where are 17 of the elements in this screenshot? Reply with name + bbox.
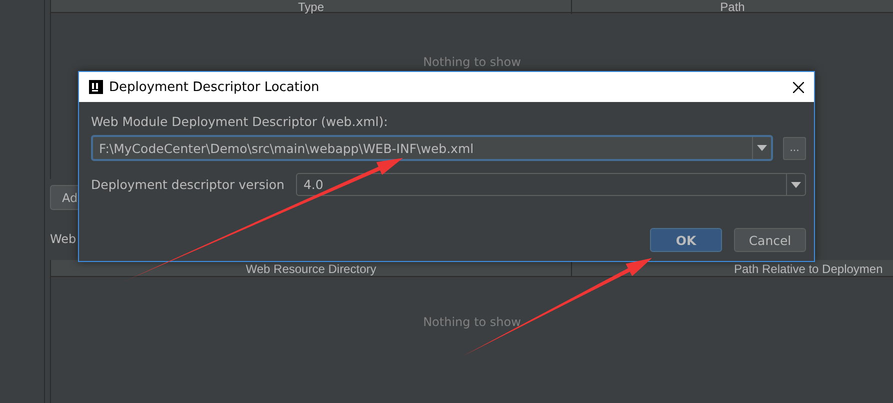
column-header: Path bbox=[719, 0, 746, 14]
caret-icon bbox=[791, 182, 801, 188]
cancel-button[interactable]: Cancel bbox=[734, 228, 806, 252]
window-title: Deployment Descriptor Location bbox=[109, 80, 320, 94]
empty-message: Nothing to show bbox=[423, 315, 521, 329]
empty-message: Nothing to show bbox=[423, 55, 521, 69]
section-label: Web bbox=[50, 232, 76, 246]
column-header: Type bbox=[51, 0, 572, 14]
column-header: Path Relative to Deploymen bbox=[733, 261, 884, 276]
version-field[interactable]: 4.0 bbox=[296, 173, 806, 196]
ok-button[interactable]: OK bbox=[650, 228, 722, 252]
field-label: Web Module Deployment Descriptor (web.xml): bbox=[91, 114, 389, 129]
caret-icon bbox=[757, 145, 767, 151]
descriptor-path-field[interactable]: F:\MyCodeCenter\Demo\src\main\webapp\WEB-INF\web.xml bbox=[91, 135, 773, 161]
app-logo-icon bbox=[89, 80, 103, 94]
close-icon[interactable] bbox=[793, 82, 804, 92]
browse-button[interactable]: ... bbox=[783, 136, 806, 160]
